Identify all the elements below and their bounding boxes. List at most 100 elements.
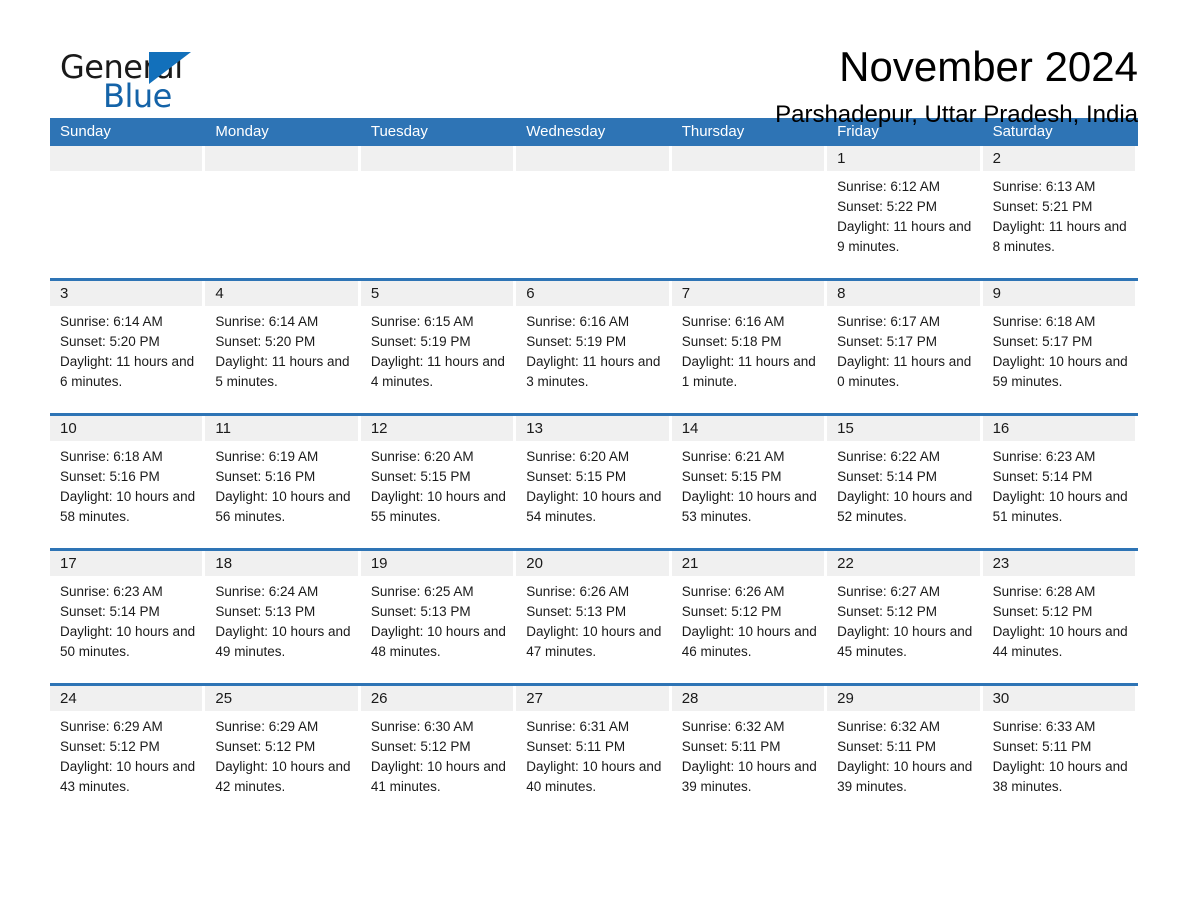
sunset-text: Sunset: 5:15 PM bbox=[681, 469, 782, 484]
sunset-text: Sunset: 5:20 PM bbox=[215, 334, 316, 349]
day-cell[interactable]: 24 Sunrise: 6:29 AM Sunset: 5:12 PM Dayl… bbox=[50, 686, 206, 818]
daylight-text: Daylight: 11 hours and 6 minutes. bbox=[60, 354, 195, 389]
day-number: 26 bbox=[360, 686, 514, 711]
day-details: Sunrise: 6:20 AM Sunset: 5:15 PM Dayligh… bbox=[516, 441, 671, 527]
day-details: Sunrise: 6:20 AM Sunset: 5:15 PM Dayligh… bbox=[361, 441, 516, 527]
sunset-text: Sunset: 5:17 PM bbox=[992, 334, 1093, 349]
day-details: Sunrise: 6:18 AM Sunset: 5:16 PM Dayligh… bbox=[50, 441, 205, 527]
day-number: 13 bbox=[516, 416, 669, 441]
sunrise-text: Sunrise: 6:16 AM bbox=[681, 314, 785, 329]
sunset-text: Sunset: 5:22 PM bbox=[837, 199, 937, 214]
day-details: Sunrise: 6:13 AM Sunset: 5:21 PM Dayligh… bbox=[983, 171, 1138, 257]
day-number: 6 bbox=[516, 281, 669, 306]
day-cell[interactable]: 17 Sunrise: 6:23 AM Sunset: 5:14 PM Dayl… bbox=[50, 551, 206, 683]
sunrise-text: Sunrise: 6:21 AM bbox=[681, 449, 785, 464]
day-cell[interactable]: 15 Sunrise: 6:22 AM Sunset: 5:14 PM Dayl… bbox=[827, 416, 983, 548]
day-cell[interactable]: 21 Sunrise: 6:26 AM Sunset: 5:12 PM Dayl… bbox=[671, 551, 828, 683]
sunset-text: Sunset: 5:16 PM bbox=[215, 469, 316, 484]
sunrise-text: Sunrise: 6:27 AM bbox=[837, 584, 940, 599]
week-row: 1 Sunrise: 6:12 AM Sunset: 5:22 PM Dayli… bbox=[50, 146, 1138, 278]
day-cell[interactable]: 20 Sunrise: 6:26 AM Sunset: 5:13 PM Dayl… bbox=[516, 551, 672, 683]
sunrise-text: Sunrise: 6:16 AM bbox=[526, 314, 630, 329]
day-cell[interactable]: 14 Sunrise: 6:21 AM Sunset: 5:15 PM Dayl… bbox=[671, 416, 828, 548]
day-cell[interactable]: 7 Sunrise: 6:16 AM Sunset: 5:18 PM Dayli… bbox=[671, 281, 828, 413]
day-details: Sunrise: 6:29 AM Sunset: 5:12 PM Dayligh… bbox=[205, 711, 360, 797]
sunset-text: Sunset: 5:12 PM bbox=[60, 739, 160, 754]
sunrise-text: Sunrise: 6:24 AM bbox=[215, 584, 319, 599]
sunrise-text: Sunrise: 6:31 AM bbox=[526, 719, 630, 734]
sunset-text: Sunset: 5:19 PM bbox=[370, 334, 471, 349]
day-details: Sunrise: 6:30 AM Sunset: 5:12 PM Dayligh… bbox=[361, 711, 516, 797]
day-number bbox=[50, 146, 203, 171]
day-cell[interactable] bbox=[671, 146, 828, 278]
sunset-text: Sunset: 5:18 PM bbox=[681, 334, 782, 349]
sunset-text: Sunset: 5:15 PM bbox=[526, 469, 627, 484]
daylight-text: Daylight: 10 hours and 40 minutes. bbox=[526, 759, 662, 794]
logo-text-blue: Blue bbox=[103, 77, 172, 115]
daylight-text: Daylight: 11 hours and 8 minutes. bbox=[992, 219, 1127, 254]
sunrise-text: Sunrise: 6:29 AM bbox=[60, 719, 163, 734]
sunrise-text: Sunrise: 6:32 AM bbox=[681, 719, 785, 734]
daylight-text: Daylight: 10 hours and 39 minutes. bbox=[681, 759, 817, 794]
sunrise-text: Sunrise: 6:29 AM bbox=[215, 719, 319, 734]
daylight-text: Daylight: 10 hours and 54 minutes. bbox=[526, 489, 662, 524]
sunrise-text: Sunrise: 6:28 AM bbox=[992, 584, 1096, 599]
day-cell[interactable]: 27 Sunrise: 6:31 AM Sunset: 5:11 PM Dayl… bbox=[516, 686, 672, 818]
day-number bbox=[205, 146, 358, 171]
day-cell[interactable]: 16 Sunrise: 6:23 AM Sunset: 5:14 PM Dayl… bbox=[982, 416, 1138, 548]
day-cell[interactable]: 4 Sunrise: 6:14 AM Sunset: 5:20 PM Dayli… bbox=[205, 281, 361, 413]
day-cell[interactable] bbox=[360, 146, 517, 278]
day-cell[interactable]: 22 Sunrise: 6:27 AM Sunset: 5:12 PM Dayl… bbox=[827, 551, 983, 683]
week-row: 17 Sunrise: 6:23 AM Sunset: 5:14 PM Dayl… bbox=[50, 548, 1138, 683]
sunrise-text: Sunrise: 6:26 AM bbox=[681, 584, 785, 599]
day-number: 7 bbox=[671, 281, 825, 306]
sunset-text: Sunset: 5:14 PM bbox=[60, 604, 160, 619]
day-cell[interactable]: 6 Sunrise: 6:16 AM Sunset: 5:19 PM Dayli… bbox=[516, 281, 672, 413]
sunrise-text: Sunrise: 6:20 AM bbox=[370, 449, 474, 464]
day-cell[interactable]: 3 Sunrise: 6:14 AM Sunset: 5:20 PM Dayli… bbox=[50, 281, 206, 413]
day-cell[interactable]: 26 Sunrise: 6:30 AM Sunset: 5:12 PM Dayl… bbox=[360, 686, 517, 818]
day-cell[interactable]: 10 Sunrise: 6:18 AM Sunset: 5:16 PM Dayl… bbox=[50, 416, 206, 548]
day-number: 15 bbox=[827, 416, 980, 441]
day-cell[interactable]: 13 Sunrise: 6:20 AM Sunset: 5:15 PM Dayl… bbox=[516, 416, 672, 548]
day-cell[interactable]: 30 Sunrise: 6:33 AM Sunset: 5:11 PM Dayl… bbox=[982, 686, 1138, 818]
day-cell[interactable]: 8 Sunrise: 6:17 AM Sunset: 5:17 PM Dayli… bbox=[827, 281, 983, 413]
day-number bbox=[671, 146, 825, 171]
day-number: 12 bbox=[360, 416, 514, 441]
day-cell[interactable]: 9 Sunrise: 6:18 AM Sunset: 5:17 PM Dayli… bbox=[982, 281, 1138, 413]
day-cell[interactable]: 29 Sunrise: 6:32 AM Sunset: 5:11 PM Dayl… bbox=[827, 686, 983, 818]
day-details: Sunrise: 6:33 AM Sunset: 5:11 PM Dayligh… bbox=[983, 711, 1138, 797]
day-details: Sunrise: 6:27 AM Sunset: 5:12 PM Dayligh… bbox=[827, 576, 982, 662]
day-cell[interactable]: 19 Sunrise: 6:25 AM Sunset: 5:13 PM Dayl… bbox=[360, 551, 517, 683]
daylight-text: Daylight: 10 hours and 59 minutes. bbox=[992, 354, 1128, 389]
weekday-header-tuesday: Tuesday bbox=[370, 123, 428, 140]
day-number: 1 bbox=[827, 146, 980, 171]
sunset-text: Sunset: 5:11 PM bbox=[992, 739, 1092, 754]
generalblue-logo[interactable]: General Blue bbox=[50, 40, 200, 115]
day-cell[interactable]: 1 Sunrise: 6:12 AM Sunset: 5:22 PM Dayli… bbox=[827, 146, 983, 278]
day-cell[interactable]: 11 Sunrise: 6:19 AM Sunset: 5:16 PM Dayl… bbox=[205, 416, 361, 548]
day-cell[interactable] bbox=[205, 146, 361, 278]
day-details: Sunrise: 6:18 AM Sunset: 5:17 PM Dayligh… bbox=[983, 306, 1138, 392]
day-cell[interactable]: 23 Sunrise: 6:28 AM Sunset: 5:12 PM Dayl… bbox=[982, 551, 1138, 683]
day-number: 25 bbox=[205, 686, 358, 711]
day-number: 4 bbox=[205, 281, 358, 306]
day-cell[interactable]: 18 Sunrise: 6:24 AM Sunset: 5:13 PM Dayl… bbox=[205, 551, 361, 683]
day-cell[interactable]: 28 Sunrise: 6:32 AM Sunset: 5:11 PM Dayl… bbox=[671, 686, 828, 818]
sunrise-text: Sunrise: 6:26 AM bbox=[526, 584, 630, 599]
sunset-text: Sunset: 5:15 PM bbox=[370, 469, 471, 484]
day-cell[interactable]: 12 Sunrise: 6:20 AM Sunset: 5:15 PM Dayl… bbox=[360, 416, 517, 548]
sunrise-text: Sunrise: 6:22 AM bbox=[837, 449, 940, 464]
week-row: 24 Sunrise: 6:29 AM Sunset: 5:12 PM Dayl… bbox=[50, 683, 1138, 818]
day-cell[interactable]: 5 Sunrise: 6:15 AM Sunset: 5:19 PM Dayli… bbox=[360, 281, 517, 413]
daylight-text: Daylight: 10 hours and 48 minutes. bbox=[370, 624, 506, 659]
weekday-header-sunday: Sunday bbox=[60, 123, 111, 140]
day-cell[interactable] bbox=[516, 146, 672, 278]
sunset-text: Sunset: 5:20 PM bbox=[60, 334, 160, 349]
day-cell[interactable]: 25 Sunrise: 6:29 AM Sunset: 5:12 PM Dayl… bbox=[205, 686, 361, 818]
day-cell[interactable]: 2 Sunrise: 6:13 AM Sunset: 5:21 PM Dayli… bbox=[982, 146, 1138, 278]
daylight-text: Daylight: 10 hours and 55 minutes. bbox=[370, 489, 506, 524]
day-number: 2 bbox=[982, 146, 1135, 171]
day-details: Sunrise: 6:16 AM Sunset: 5:19 PM Dayligh… bbox=[516, 306, 671, 392]
day-cell[interactable] bbox=[50, 146, 206, 278]
